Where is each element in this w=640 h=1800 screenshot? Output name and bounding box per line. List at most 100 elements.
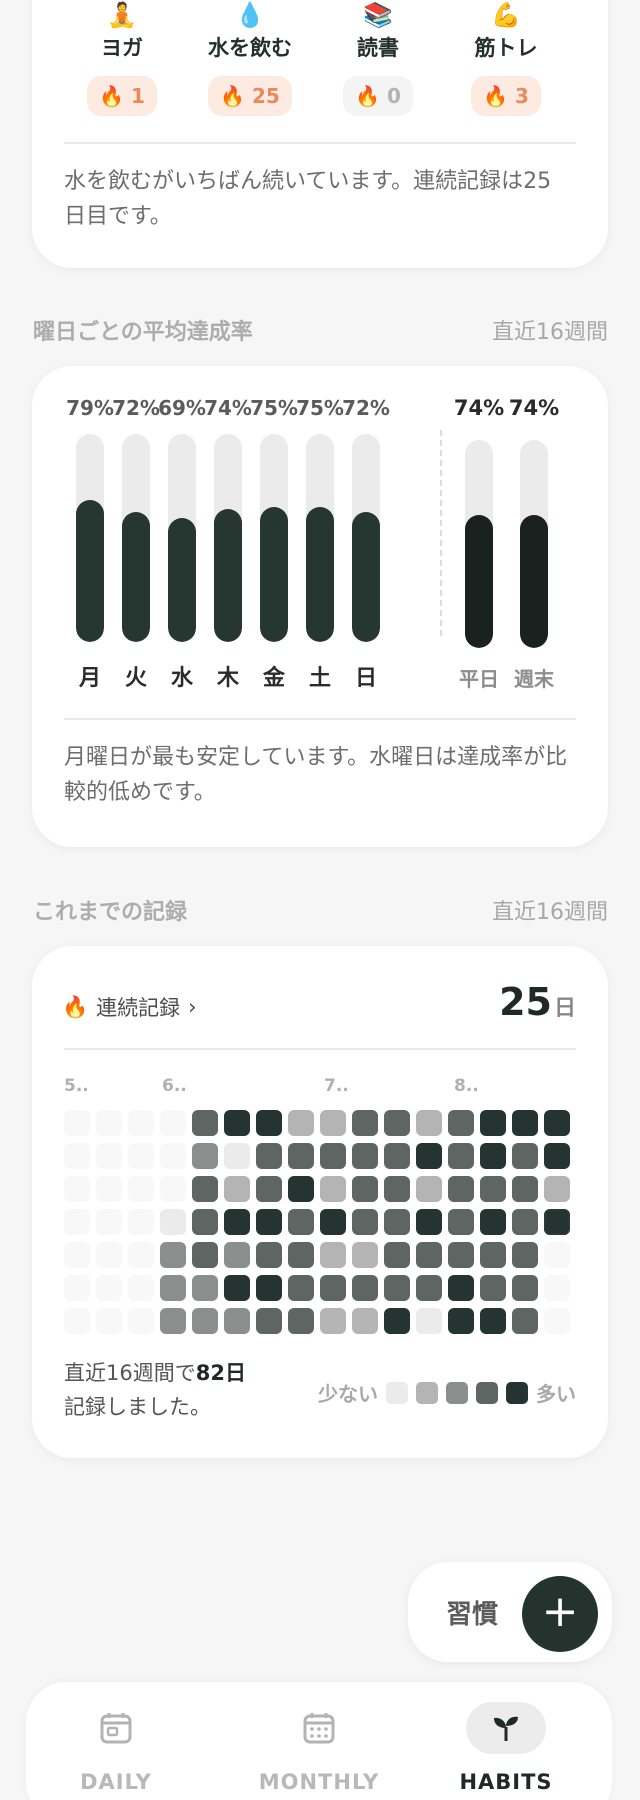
heatmap-cell[interactable] [544, 1242, 570, 1268]
heatmap-cell[interactable] [320, 1209, 346, 1235]
heatmap-cell[interactable] [256, 1176, 282, 1202]
heatmap-cell[interactable] [448, 1275, 474, 1301]
heatmap-cell[interactable] [224, 1242, 250, 1268]
heatmap-cell[interactable] [288, 1275, 314, 1301]
heatmap-cell[interactable] [448, 1242, 474, 1268]
heatmap-cell[interactable] [96, 1275, 122, 1301]
heatmap-cell[interactable] [192, 1176, 218, 1202]
heatmap-cell[interactable] [256, 1110, 282, 1136]
heatmap-cell[interactable] [128, 1308, 154, 1334]
heatmap-cell[interactable] [288, 1308, 314, 1334]
heatmap-cell[interactable] [320, 1176, 346, 1202]
heatmap-cell[interactable] [256, 1209, 282, 1235]
heatmap-cell[interactable] [288, 1242, 314, 1268]
heatmap-cell[interactable] [160, 1143, 186, 1169]
heatmap-cell[interactable] [480, 1176, 506, 1202]
heatmap-cell[interactable] [512, 1308, 538, 1334]
heatmap-cell[interactable] [352, 1209, 378, 1235]
heatmap-cell[interactable] [384, 1275, 410, 1301]
heatmap-cell[interactable] [448, 1176, 474, 1202]
heatmap-cell[interactable] [256, 1308, 282, 1334]
heatmap-cell[interactable] [160, 1209, 186, 1235]
heatmap-cell[interactable] [416, 1308, 442, 1334]
heatmap-cell[interactable] [352, 1143, 378, 1169]
heatmap-cell[interactable] [320, 1242, 346, 1268]
heatmap-cell[interactable] [160, 1275, 186, 1301]
heatmap-cell[interactable] [128, 1275, 154, 1301]
heatmap-cell[interactable] [96, 1209, 122, 1235]
heatmap-cell[interactable] [352, 1110, 378, 1136]
heatmap-cell[interactable] [352, 1176, 378, 1202]
heatmap-cell[interactable] [96, 1110, 122, 1136]
heatmap-cell[interactable] [512, 1275, 538, 1301]
heatmap-cell[interactable] [96, 1143, 122, 1169]
heatmap-cell[interactable] [256, 1143, 282, 1169]
heatmap-cell[interactable] [448, 1209, 474, 1235]
heatmap-cell[interactable] [480, 1242, 506, 1268]
heatmap-cell[interactable] [512, 1143, 538, 1169]
heatmap-cell[interactable] [416, 1143, 442, 1169]
heatmap-cell[interactable] [160, 1110, 186, 1136]
heatmap-cell[interactable] [480, 1143, 506, 1169]
heatmap-cell[interactable] [320, 1143, 346, 1169]
nav-tab-habits[interactable]: HABITS [416, 1682, 596, 1800]
heatmap-cell[interactable] [320, 1275, 346, 1301]
heatmap-cell[interactable] [224, 1308, 250, 1334]
heatmap-cell[interactable] [544, 1209, 570, 1235]
heatmap-cell[interactable] [288, 1143, 314, 1169]
heatmap-cell[interactable] [416, 1209, 442, 1235]
heatmap-cell[interactable] [288, 1110, 314, 1136]
heatmap-cell[interactable] [224, 1209, 250, 1235]
heatmap-cell[interactable] [512, 1110, 538, 1136]
heatmap-cell[interactable] [480, 1209, 506, 1235]
heatmap-cell[interactable] [192, 1308, 218, 1334]
heatmap-cell[interactable] [96, 1176, 122, 1202]
nav-tab-daily[interactable]: DAILY [26, 1682, 206, 1800]
heatmap-cell[interactable] [416, 1275, 442, 1301]
heatmap-cell[interactable] [128, 1143, 154, 1169]
heatmap-cell[interactable] [384, 1110, 410, 1136]
heatmap-cell[interactable] [256, 1242, 282, 1268]
heatmap-cell[interactable] [64, 1176, 90, 1202]
heatmap-cell[interactable] [160, 1308, 186, 1334]
heatmap-cell[interactable] [128, 1209, 154, 1235]
heatmap-cell[interactable] [128, 1176, 154, 1202]
heatmap-cell[interactable] [512, 1209, 538, 1235]
heatmap-cell[interactable] [96, 1242, 122, 1268]
heatmap-cell[interactable] [384, 1308, 410, 1334]
heatmap-cell[interactable] [192, 1209, 218, 1235]
habit-item-water[interactable]: 💧 水を飲む 🔥 25 [190, 0, 310, 116]
heatmap-cell[interactable] [352, 1275, 378, 1301]
heatmap-cell[interactable] [64, 1209, 90, 1235]
heatmap-cell[interactable] [288, 1209, 314, 1235]
heatmap-cell[interactable] [64, 1242, 90, 1268]
heatmap-cell[interactable] [192, 1275, 218, 1301]
heatmap-cell[interactable] [544, 1275, 570, 1301]
heatmap-cell[interactable] [64, 1143, 90, 1169]
heatmap-cell[interactable] [224, 1110, 250, 1136]
heatmap-cell[interactable] [544, 1110, 570, 1136]
heatmap-cell[interactable] [512, 1176, 538, 1202]
heatmap-cell[interactable] [128, 1110, 154, 1136]
heatmap-cell[interactable] [384, 1143, 410, 1169]
heatmap-cell[interactable] [416, 1110, 442, 1136]
heatmap-cell[interactable] [384, 1242, 410, 1268]
heatmap-cell[interactable] [64, 1110, 90, 1136]
streak-link[interactable]: 🔥 連続記録 › [62, 992, 197, 1022]
heatmap-cell[interactable] [448, 1143, 474, 1169]
heatmap-cell[interactable] [64, 1308, 90, 1334]
habit-item-reading[interactable]: 📚 読書 🔥 0 [318, 0, 438, 116]
heatmap-cell[interactable] [128, 1242, 154, 1268]
heatmap-cell[interactable] [288, 1176, 314, 1202]
heatmap-cell[interactable] [320, 1308, 346, 1334]
heatmap-cell[interactable] [160, 1242, 186, 1268]
heatmap-cell[interactable] [448, 1110, 474, 1136]
heatmap-cell[interactable] [320, 1110, 346, 1136]
heatmap-cell[interactable] [224, 1275, 250, 1301]
add-habit-button[interactable]: 習慣 + [408, 1562, 612, 1662]
heatmap-cell[interactable] [224, 1143, 250, 1169]
habit-item-strength[interactable]: 💪 筋トレ 🔥 3 [446, 0, 566, 116]
heatmap-cell[interactable] [544, 1308, 570, 1334]
heatmap-cell[interactable] [96, 1308, 122, 1334]
heatmap-cell[interactable] [448, 1308, 474, 1334]
